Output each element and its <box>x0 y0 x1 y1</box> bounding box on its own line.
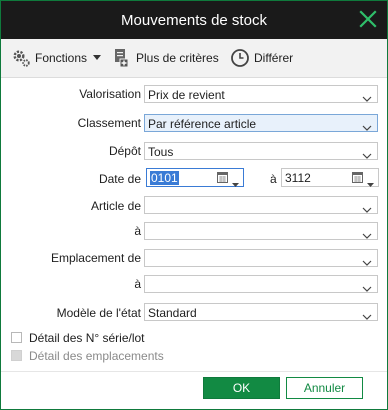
defer-button[interactable]: Différer <box>230 39 293 77</box>
date-from-label: Date de <box>98 172 141 186</box>
dialog: Mouvements de stock Fonctions Plus de cr… <box>0 0 388 410</box>
emplacement-to-select[interactable] <box>144 275 378 293</box>
modele-value: Standard <box>148 306 197 320</box>
more-criteria-button[interactable]: Plus de critères <box>114 39 219 77</box>
classement-value: Par référence article <box>148 117 257 131</box>
defer-label: Différer <box>254 51 294 65</box>
date-from-field[interactable]: 0101 <box>146 168 244 187</box>
toolbar: Fonctions Plus de critères Différer <box>1 39 387 78</box>
date-from-value: 0101 <box>150 171 179 185</box>
article-to-label: à <box>134 224 141 238</box>
detail-emplacements-checkbox <box>11 350 22 361</box>
clock-icon <box>230 48 250 68</box>
article-from-label: Article de <box>90 199 141 213</box>
article-to-select[interactable] <box>144 222 378 240</box>
more-criteria-label: Plus de critères <box>136 51 219 65</box>
date-to-label: à <box>270 172 277 186</box>
modele-select[interactable]: Standard <box>144 303 378 321</box>
emplacement-from-select[interactable] <box>144 249 378 267</box>
chevron-down-icon <box>362 281 372 295</box>
emplacement-to-label: à <box>134 277 141 291</box>
close-icon[interactable] <box>356 7 380 31</box>
valorisation-select[interactable]: Prix de revient <box>144 85 378 103</box>
functions-label: Fonctions <box>35 51 88 65</box>
cancel-button[interactable]: Annuler <box>286 377 363 399</box>
depot-label: Dépôt <box>108 144 141 158</box>
depot-select[interactable]: Tous <box>144 142 378 160</box>
chevron-down-icon <box>362 255 372 269</box>
calendar-icon[interactable] <box>352 172 363 186</box>
chevron-down-icon <box>362 228 372 242</box>
date-to-field[interactable]: 3112 <box>281 168 379 187</box>
modele-label: Modèle de l'état <box>56 306 141 320</box>
detail-serie-checkbox[interactable] <box>11 332 22 343</box>
chevron-down-icon <box>362 148 372 162</box>
valorisation-value: Prix de revient <box>148 88 225 102</box>
date-to-value: 3112 <box>285 171 311 185</box>
window-title: Mouvements de stock <box>121 12 267 29</box>
detail-emplacements-label: Détail des emplacements <box>29 349 164 363</box>
footer-divider <box>1 371 387 372</box>
classement-select[interactable]: Par référence article <box>144 114 378 132</box>
ok-button[interactable]: OK <box>203 377 280 399</box>
chevron-down-icon <box>362 91 372 105</box>
classement-label: Classement <box>77 116 141 130</box>
article-from-select[interactable] <box>144 196 378 214</box>
caret-down-icon[interactable] <box>232 176 239 190</box>
caret-down-icon <box>93 55 102 61</box>
emplacement-from-label: Emplacement de <box>50 251 141 265</box>
chevron-down-icon <box>362 202 372 216</box>
valorisation-label: Valorisation <box>79 87 141 101</box>
calendar-icon[interactable] <box>217 172 228 186</box>
chevron-down-icon <box>362 309 372 323</box>
functions-menu-button[interactable]: Fonctions <box>11 39 102 77</box>
document-add-icon <box>114 48 132 68</box>
gear-icon <box>11 48 31 68</box>
title-bar: Mouvements de stock <box>1 1 387 39</box>
detail-serie-label[interactable]: Détail des N° série/lot <box>29 331 145 345</box>
chevron-down-icon <box>362 120 372 134</box>
depot-value: Tous <box>148 145 174 159</box>
caret-down-icon[interactable] <box>367 176 374 190</box>
